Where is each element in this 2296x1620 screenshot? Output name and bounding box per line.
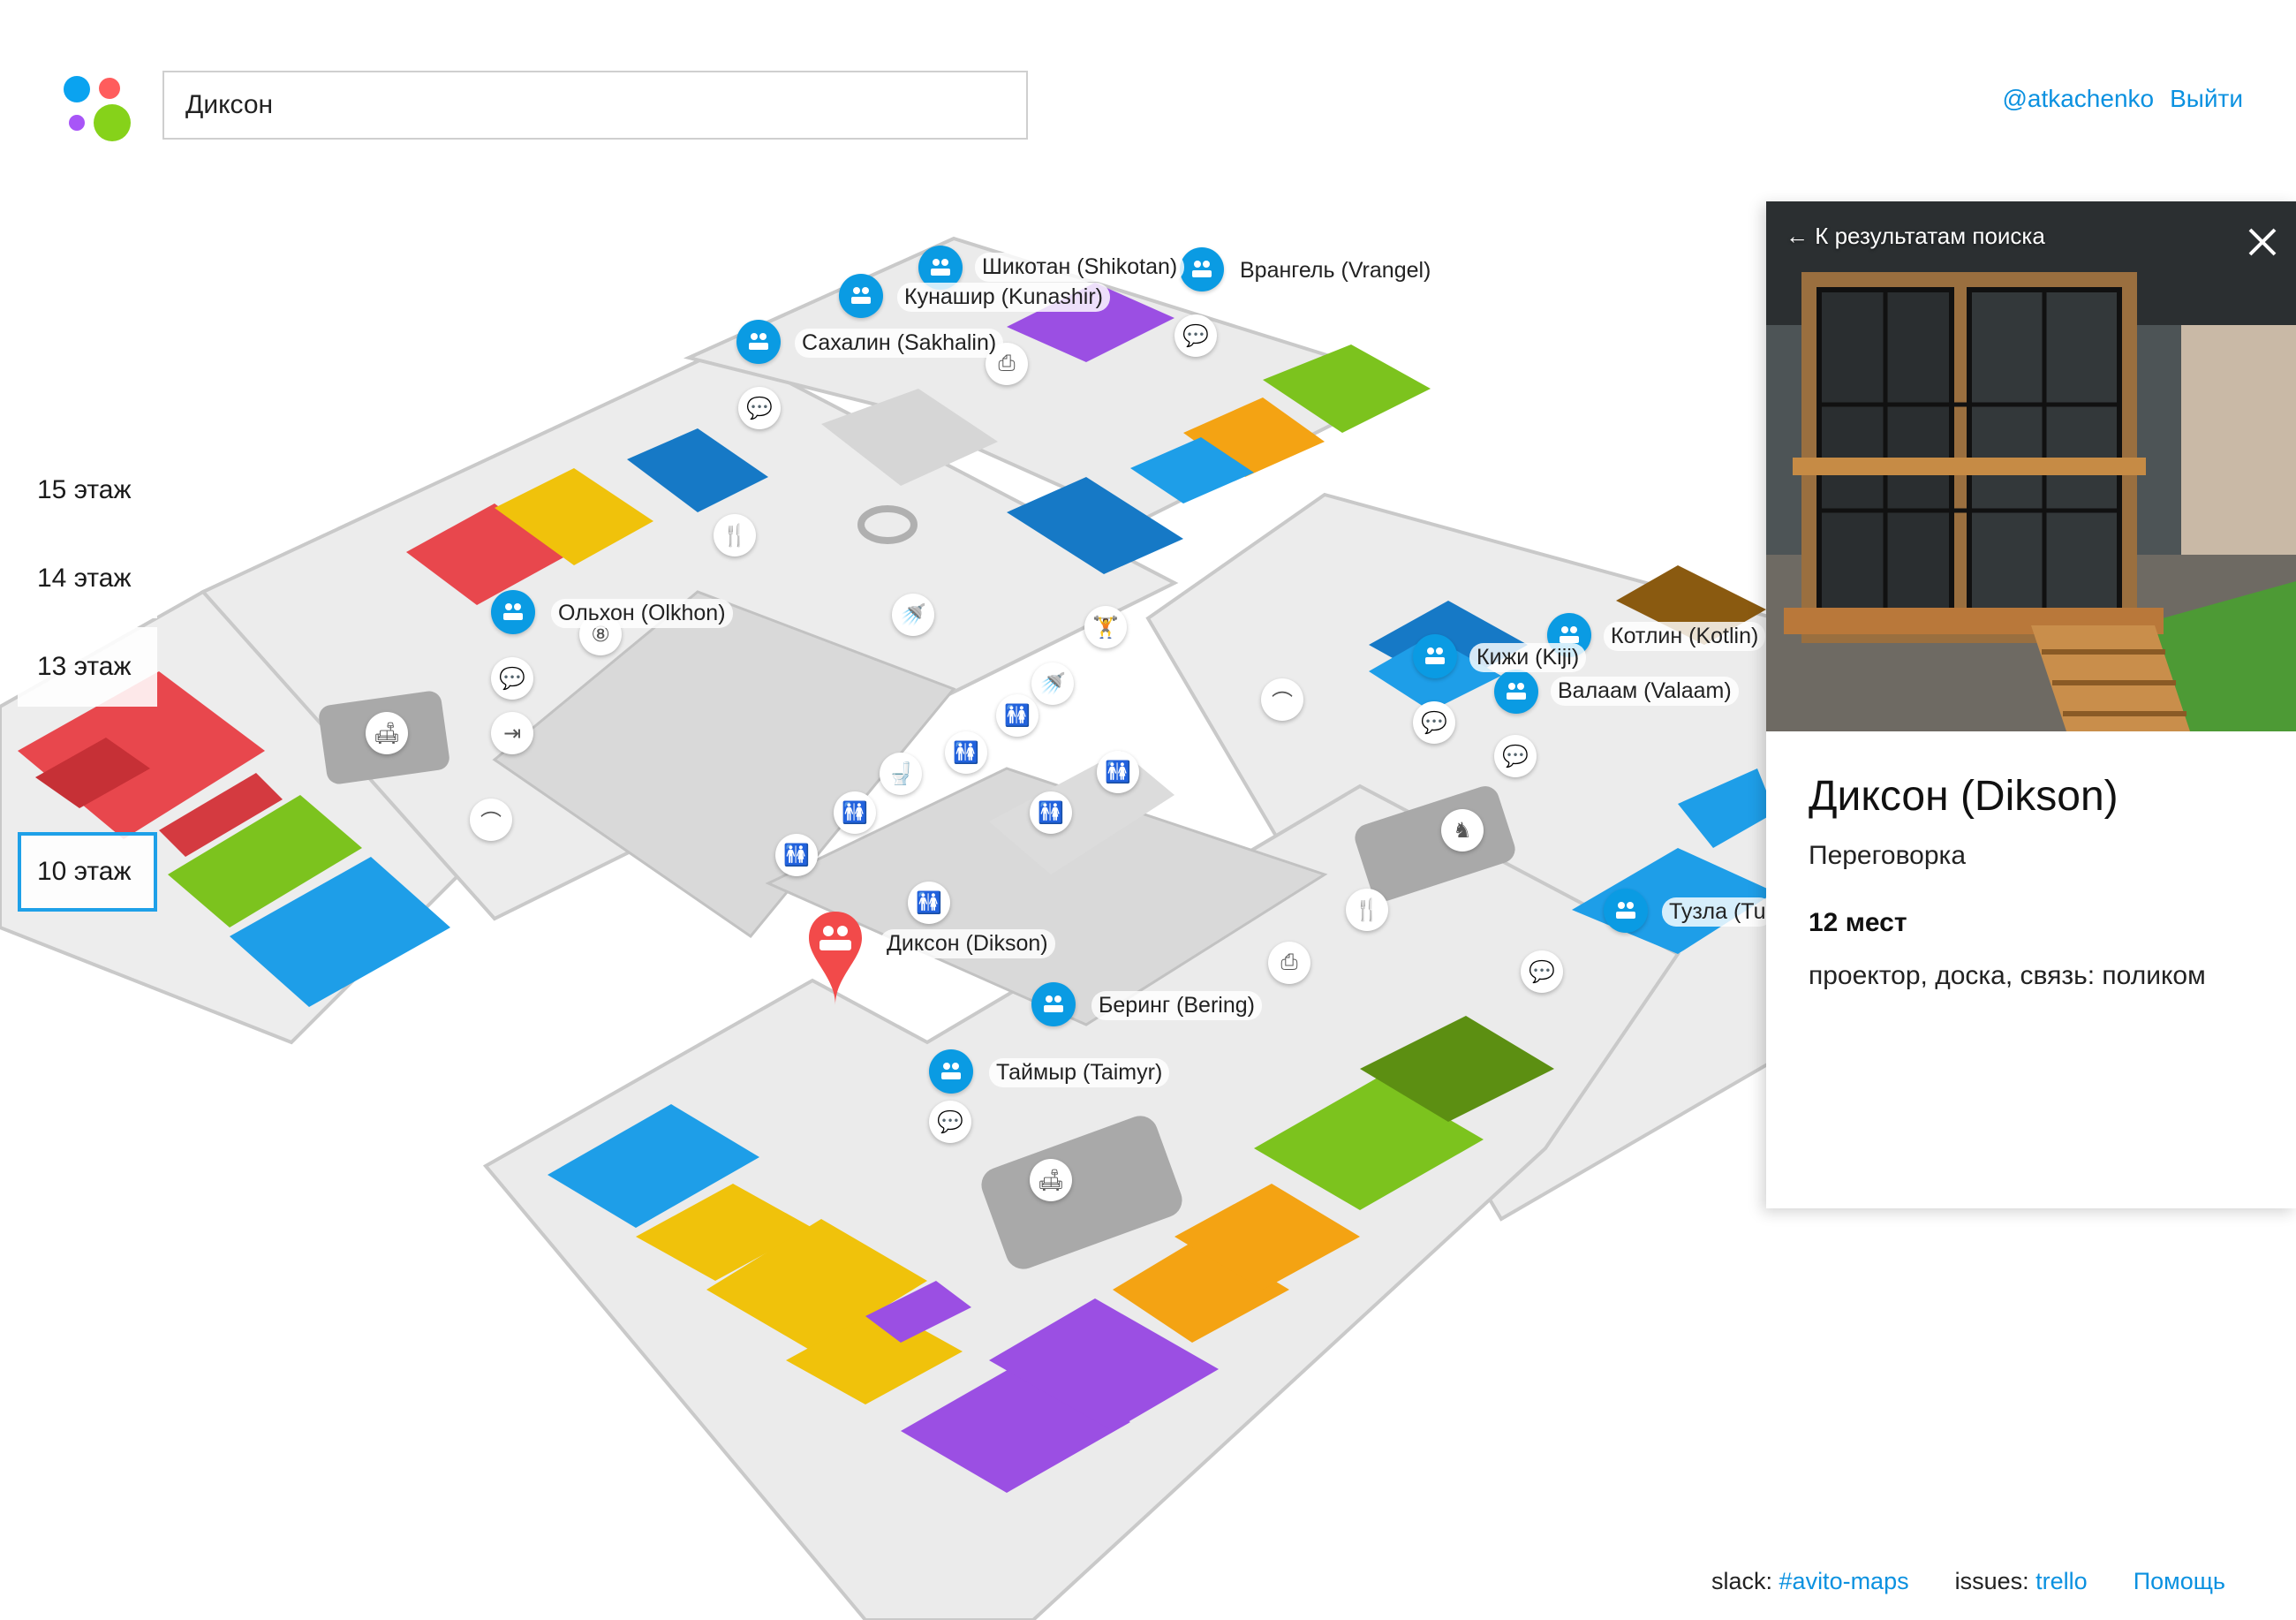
back-to-results-link[interactable]: ← К результатам поиска (1786, 223, 2045, 250)
room-label-taimyr[interactable]: Таймыр (Taimyr) (989, 1058, 1170, 1087)
room-label-tuzla[interactable]: Тузла (Tu (1662, 897, 1773, 927)
restroom-icon[interactable]: 🚻 (834, 791, 876, 834)
room-seats: 12 мест (1809, 908, 1907, 937)
shower-icon[interactable]: 🚿 (892, 594, 934, 636)
restroom-icon[interactable]: 🚻 (996, 694, 1038, 737)
user-handle-link[interactable]: @atkachenko (2002, 85, 2154, 113)
floor-13-button[interactable]: 13 этаж (18, 627, 157, 707)
room-label-kiji[interactable]: Кижи (Kiji) (1469, 643, 1587, 672)
meeting-room-icon[interactable] (839, 274, 883, 318)
issues-label: issues: (1954, 1568, 2029, 1594)
room-type: Переговорка (1809, 841, 1967, 870)
restaurant-icon[interactable]: 🍴 (714, 514, 756, 556)
search-input[interactable]: Диксон (162, 71, 1028, 140)
room-label-valaam[interactable]: Валаам (Valaam) (1551, 677, 1739, 706)
room-photo: ← К результатам поиска (1766, 201, 2296, 731)
armchair-icon[interactable]: 🛋 (366, 712, 408, 754)
selected-room-pin-icon[interactable] (807, 910, 864, 1007)
close-icon[interactable] (2243, 223, 2282, 261)
gym-icon[interactable]: 🏋 (1084, 606, 1127, 648)
restroom-icon[interactable]: 🚻 (775, 834, 818, 876)
issues-info: issues: trello (1955, 1568, 2088, 1595)
chat-bubble-icon[interactable]: 💬 (491, 657, 533, 700)
avito-logo[interactable] (62, 72, 132, 143)
restaurant-icon[interactable]: 🍴 (1346, 889, 1388, 931)
chat-bubble-icon[interactable]: 💬 (1494, 735, 1537, 777)
meeting-room-icon[interactable] (491, 590, 535, 634)
logo-dot-blue (64, 76, 90, 102)
user-bar: @atkachenko Выйти (2002, 85, 2243, 113)
meeting-room-icon[interactable] (1180, 247, 1224, 291)
logout-link[interactable]: Выйти (2170, 85, 2243, 113)
coat-hanger-icon[interactable]: ⌒ (470, 799, 512, 841)
chat-bubble-icon[interactable]: 💬 (1174, 314, 1217, 357)
meeting-room-icon[interactable] (1494, 670, 1538, 714)
room-label-kotlin[interactable]: Котлин (Kotlin) (1604, 622, 1766, 651)
floor-map[interactable]: 💬 💬 ⎙ 🍴 ⑧ 🚿 🏋 💬 🛋 ⇥ 🚿 🚻 ⌒ 🚻 🚽 🚻 🚻 🚻 ⌒ 🚻 … (0, 185, 1801, 1620)
shower-icon[interactable]: 🚿 (1031, 662, 1074, 705)
restroom-icon[interactable]: 🚻 (1097, 751, 1139, 793)
room-label-dikson[interactable]: Диксон (Dikson) (880, 929, 1055, 958)
footer: slack: #avito-maps issues: trello Помощь (1711, 1568, 2225, 1595)
restroom-icon[interactable]: 🚻 (908, 882, 950, 924)
slack-info: slack: #avito-maps (1711, 1568, 1909, 1595)
chat-bubble-icon[interactable]: 💬 (1521, 950, 1563, 993)
printer-icon[interactable]: ⎙ (1268, 942, 1310, 984)
logo-dot-purple (69, 115, 85, 131)
room-info-panel: ← К результатам поиска Диксон (Dikson) П… (1766, 201, 2296, 1208)
trello-link[interactable]: trello (2035, 1568, 2088, 1594)
armchair-icon[interactable]: 🛋 (1030, 1159, 1072, 1201)
floor-15-button[interactable]: 15 этаж (18, 450, 157, 530)
coat-hanger-icon[interactable]: ⌒ (1261, 678, 1303, 721)
logo-dot-green (94, 104, 131, 141)
meeting-room-icon[interactable] (1031, 982, 1076, 1026)
logo-dot-red (99, 78, 120, 99)
room-label-shikotan[interactable]: Шикотан (Shikotan) (975, 253, 1185, 282)
restroom-icon[interactable]: 🚻 (945, 731, 987, 774)
floor-10-button[interactable]: 10 этаж (18, 832, 157, 912)
room-label-bering[interactable]: Беринг (Bering) (1091, 991, 1262, 1020)
help-link[interactable]: Помощь (2134, 1568, 2225, 1595)
floor-14-button[interactable]: 14 этаж (18, 539, 157, 618)
room-label-vrangel[interactable]: Врангель (Vrangel) (1233, 256, 1439, 285)
floor-plan-3d (0, 236, 1777, 1620)
room-equipment: проектор, доска, связь: поликом (1809, 961, 2206, 990)
slack-label: slack: (1711, 1568, 1773, 1594)
meeting-room-icon[interactable] (1413, 634, 1457, 678)
restroom-icon[interactable]: 🚻 (1030, 791, 1072, 834)
chat-bubble-icon[interactable]: 💬 (929, 1101, 971, 1143)
room-label-kunashir[interactable]: Кунашир (Kunashir) (897, 283, 1110, 312)
slack-channel-link[interactable]: #avito-maps (1779, 1568, 1909, 1594)
room-label-olkhon[interactable]: Ольхон (Olkhon) (551, 599, 733, 628)
chat-bubble-icon[interactable]: 💬 (738, 387, 781, 429)
chess-icon[interactable]: ♞ (1441, 809, 1484, 852)
exit-icon[interactable]: ⇥ (491, 712, 533, 754)
meeting-room-icon[interactable] (736, 320, 781, 364)
room-label-sakhalin[interactable]: Сахалин (Sakhalin) (795, 329, 1004, 358)
chat-bubble-icon[interactable]: 💬 (1413, 701, 1455, 744)
toilet-icon[interactable]: 🚽 (880, 753, 922, 795)
room-title: Диксон (Dikson) (1809, 773, 2119, 820)
meeting-room-icon[interactable] (1604, 889, 1648, 933)
meeting-room-icon[interactable] (929, 1049, 973, 1094)
